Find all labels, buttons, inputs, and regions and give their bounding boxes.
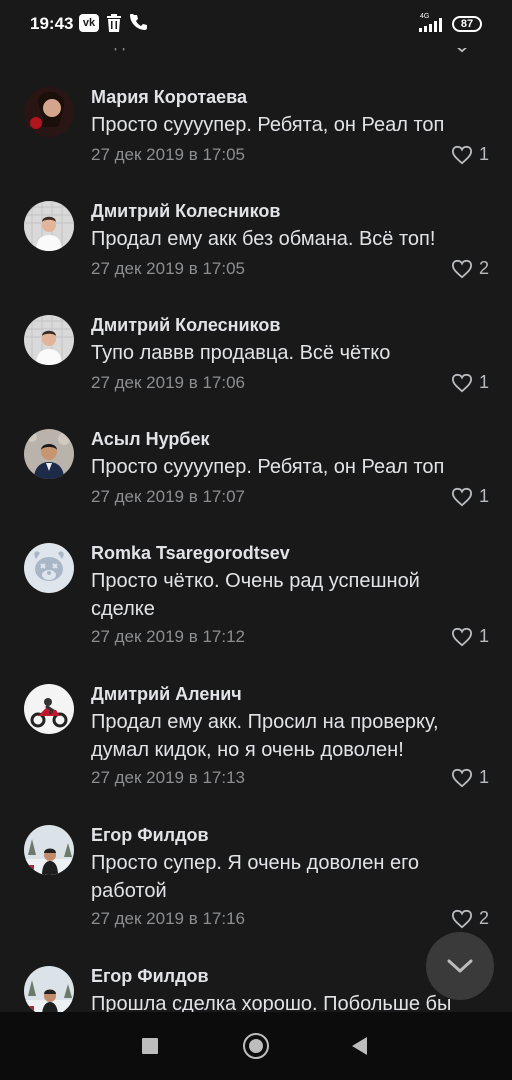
comment-text: Просто супер. Я очень доволен его работо…	[91, 852, 420, 902]
trash-notification-icon	[106, 14, 122, 37]
scroll-down-button[interactable]	[426, 932, 494, 1000]
like-count: 2	[479, 908, 490, 928]
like-button[interactable]: 1	[451, 372, 489, 393]
comment-author[interactable]: Мария Коротаева	[91, 87, 247, 108]
chevron-down-icon	[447, 959, 473, 973]
comment-timestamp: 27 дек 2019 в 17:13	[91, 768, 246, 787]
comment-timestamp: 27 дек 2019 в 17:05	[91, 145, 246, 164]
avatar[interactable]	[24, 87, 74, 137]
status-time: 19:43	[30, 14, 74, 33]
heart-icon	[451, 627, 473, 646]
avatar[interactable]	[24, 825, 74, 875]
battery-icon: 87	[452, 16, 482, 32]
comment-text: Продал ему акк. Просил на проверку, дума…	[91, 711, 439, 761]
comment-timestamp: 27 дек 2019 в 17:06	[91, 373, 246, 392]
like-button[interactable]: 1	[451, 767, 489, 788]
like-count: 1	[479, 626, 490, 646]
heart-icon	[451, 145, 473, 164]
like-count: 1	[479, 144, 490, 164]
comment-author[interactable]: Romka Tsaregorodtsev	[91, 543, 290, 564]
back-button[interactable]	[352, 1037, 367, 1055]
comment-author[interactable]: Егор Филдов	[91, 825, 209, 846]
vk-notification-icon: vk	[79, 14, 99, 32]
comment-author[interactable]: Дмитрий Аленич	[91, 684, 242, 705]
comment-author[interactable]: Асыл Нурбек	[91, 429, 210, 450]
comment-text: Прошла сделка хорошо. Побольше бы	[91, 993, 452, 1012]
comment-author[interactable]: Дмитрий Колесников	[91, 315, 280, 336]
comments-feed[interactable]: 27 дек 2019 в 17:02 1 Мария Коротаева Пр…	[0, 0, 512, 1012]
like-button[interactable]: 2	[451, 908, 489, 929]
comment-text: Продал ему акк без обмана. Всё топ!	[91, 228, 436, 250]
like-button[interactable]: 1	[451, 144, 489, 165]
like-button[interactable]: 2	[451, 258, 489, 279]
comment-text: Просто чётко. Очень рад успешной сделке	[91, 570, 420, 620]
comment-text: Просто суууупер. Ребята, он Реал топ	[91, 456, 445, 478]
avatar[interactable]	[24, 684, 74, 734]
heart-icon	[451, 373, 473, 392]
avatar[interactable]	[24, 429, 74, 479]
comment-timestamp: 27 дек 2019 в 17:05	[91, 259, 246, 278]
like-button[interactable]: 1	[451, 486, 489, 507]
avatar[interactable]	[24, 966, 74, 1012]
navigation-bar	[0, 1012, 512, 1080]
comment-timestamp: 27 дек 2019 в 17:12	[91, 627, 246, 646]
comment-author[interactable]: Дмитрий Колесников	[91, 201, 280, 222]
heart-icon	[451, 487, 473, 506]
home-button[interactable]	[243, 1033, 269, 1059]
heart-icon	[451, 768, 473, 787]
comment-text: Тупо лаввв продавца. Всё чётко	[91, 342, 391, 364]
heart-icon	[451, 909, 473, 928]
avatar[interactable]	[24, 543, 74, 593]
phone-notification-icon	[130, 13, 148, 37]
comment-timestamp: 27 дек 2019 в 17:07	[91, 487, 246, 506]
like-count: 2	[479, 258, 490, 278]
comment-timestamp: 27 дек 2019 в 17:16	[91, 909, 246, 928]
avatar[interactable]	[24, 201, 74, 251]
like-button[interactable]: 1	[451, 626, 489, 647]
heart-icon	[451, 259, 473, 278]
status-bar: 19:43 vk 4G 87	[0, 0, 512, 48]
comment-author[interactable]: Егор Филдов	[91, 966, 209, 987]
like-count: 1	[479, 767, 490, 787]
avatar[interactable]	[24, 315, 74, 365]
comment-text: Просто суууупер. Ребята, он Реал топ	[91, 114, 445, 136]
signal-icon	[419, 18, 445, 37]
like-count: 1	[479, 486, 490, 506]
like-count: 1	[479, 372, 490, 392]
recent-apps-button[interactable]	[142, 1038, 158, 1054]
